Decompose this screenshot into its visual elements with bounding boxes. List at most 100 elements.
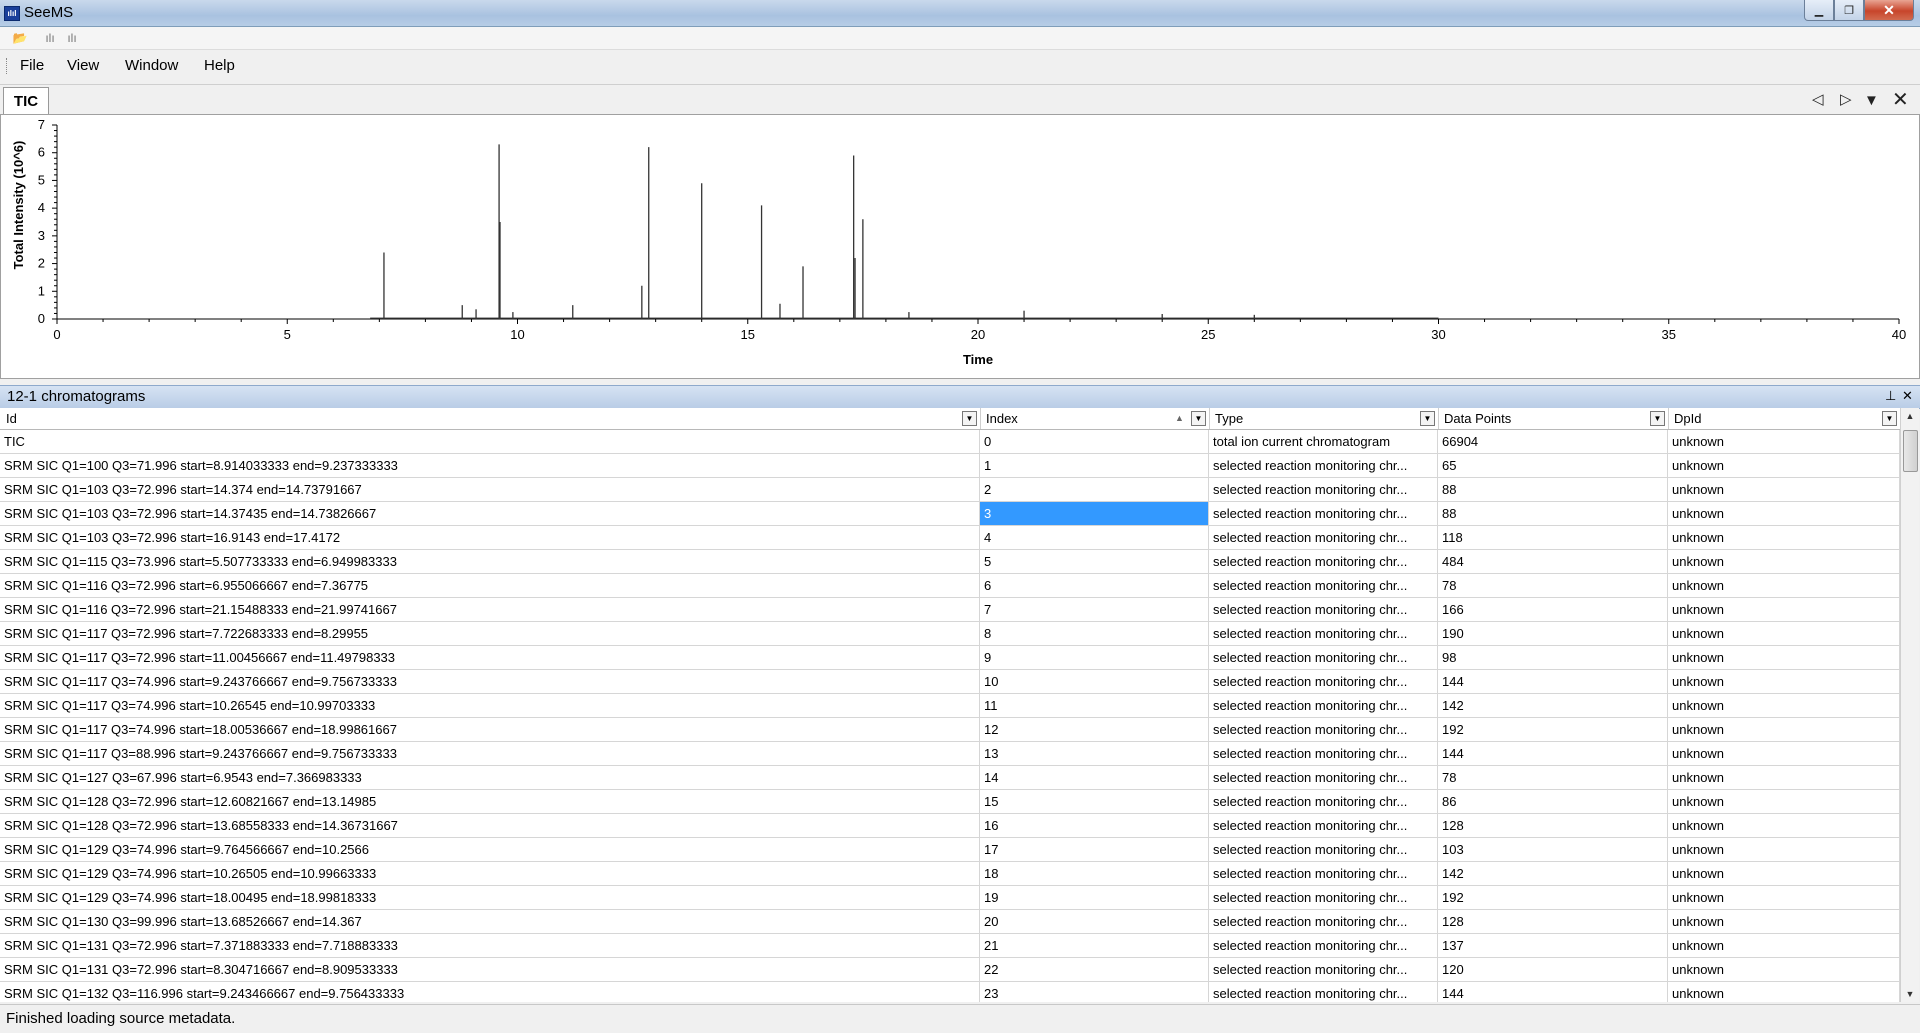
table-cell[interactable]: 88 [1438, 478, 1668, 501]
table-cell[interactable]: SRM SIC Q1=129 Q3=74.996 start=18.00495 … [0, 886, 980, 909]
table-cell[interactable]: unknown [1668, 598, 1900, 621]
table-cell[interactable]: SRM SIC Q1=128 Q3=72.996 start=13.685583… [0, 814, 980, 837]
table-row[interactable]: TIC 0 total ion current chromatogram 66904 u… [0, 430, 1900, 454]
table-cell[interactable]: SRM SIC Q1=117 Q3=74.996 start=10.26545 … [0, 694, 980, 717]
table-row[interactable]: SRM SIC Q1=129 Q3=74.996 start=9.7645666… [0, 838, 1900, 862]
table-cell[interactable]: selected reaction monitoring chr... [1209, 790, 1438, 813]
column-header-type[interactable]: Type ▼ [1209, 408, 1439, 429]
table-cell[interactable]: 66904 [1438, 430, 1668, 453]
table-cell[interactable]: unknown [1668, 646, 1900, 669]
table-cell[interactable]: 1 [980, 454, 1209, 477]
table-cell[interactable]: SRM SIC Q1=127 Q3=67.996 start=6.9543 en… [0, 766, 980, 789]
table-cell[interactable]: 20 [980, 910, 1209, 933]
table-cell[interactable]: SRM SIC Q1=131 Q3=72.996 start=8.3047166… [0, 958, 980, 981]
open-folder-button[interactable]: 📂 [12, 30, 28, 46]
table-cell[interactable]: 190 [1438, 622, 1668, 645]
table-cell[interactable]: 17 [980, 838, 1209, 861]
table-row[interactable]: SRM SIC Q1=117 Q3=72.996 start=11.004566… [0, 646, 1900, 670]
table-cell[interactable]: 166 [1438, 598, 1668, 621]
table-cell[interactable]: SRM SIC Q1=116 Q3=72.996 start=21.154883… [0, 598, 980, 621]
table-cell[interactable]: SRM SIC Q1=130 Q3=99.996 start=13.685266… [0, 910, 980, 933]
menu-window[interactable]: Window [125, 57, 178, 74]
column-header-index[interactable]: Index ▲ ▼ [980, 408, 1210, 429]
table-cell[interactable]: 15 [980, 790, 1209, 813]
table-cell[interactable]: TIC [0, 430, 980, 453]
table-row[interactable]: SRM SIC Q1=117 Q3=72.996 start=7.7226833… [0, 622, 1900, 646]
table-cell[interactable]: 13 [980, 742, 1209, 765]
filter-dropdown-icon[interactable]: ▼ [962, 411, 977, 426]
table-row[interactable]: SRM SIC Q1=103 Q3=72.996 start=14.37435 … [0, 502, 1900, 526]
stack-button[interactable]: ılı [64, 30, 80, 46]
table-row[interactable]: SRM SIC Q1=129 Q3=74.996 start=18.00495 … [0, 886, 1900, 910]
table-cell[interactable]: unknown [1668, 670, 1900, 693]
table-cell[interactable]: SRM SIC Q1=115 Q3=73.996 start=5.5077333… [0, 550, 980, 573]
table-cell[interactable]: SRM SIC Q1=117 Q3=74.996 start=18.005366… [0, 718, 980, 741]
table-cell[interactable]: 144 [1438, 742, 1668, 765]
table-cell[interactable]: unknown [1668, 958, 1900, 981]
menu-file[interactable]: File [20, 57, 44, 74]
table-cell[interactable]: unknown [1668, 526, 1900, 549]
table-cell[interactable]: 137 [1438, 934, 1668, 957]
table-cell[interactable]: SRM SIC Q1=103 Q3=72.996 start=14.37435 … [0, 502, 980, 525]
close-panel-button[interactable]: ✕ [1902, 388, 1913, 404]
table-row[interactable]: SRM SIC Q1=100 Q3=71.996 start=8.9140333… [0, 454, 1900, 478]
table-cell[interactable]: 18 [980, 862, 1209, 885]
table-cell[interactable]: selected reaction monitoring chr... [1209, 502, 1438, 525]
pin-button[interactable]: ⊥ [1885, 388, 1896, 404]
table-cell[interactable]: 12 [980, 718, 1209, 741]
table-cell[interactable]: selected reaction monitoring chr... [1209, 718, 1438, 741]
menu-help[interactable]: Help [204, 57, 235, 74]
table-cell[interactable]: 103 [1438, 838, 1668, 861]
table-cell[interactable]: unknown [1668, 574, 1900, 597]
table-cell[interactable]: SRM SIC Q1=117 Q3=72.996 start=11.004566… [0, 646, 980, 669]
table-cell[interactable]: 484 [1438, 550, 1668, 573]
table-cell[interactable]: 78 [1438, 574, 1668, 597]
table-cell[interactable]: unknown [1668, 502, 1900, 525]
table-cell[interactable]: selected reaction monitoring chr... [1209, 910, 1438, 933]
table-row[interactable]: SRM SIC Q1=127 Q3=67.996 start=6.9543 en… [0, 766, 1900, 790]
table-cell[interactable]: unknown [1668, 622, 1900, 645]
table-cell[interactable]: selected reaction monitoring chr... [1209, 598, 1438, 621]
tic-chart[interactable]: 0 5 10 15 20 25 30 35 40 0 1 2 3 4 5 6 7 Time Total Inte… [1, 115, 1919, 378]
column-header-id[interactable]: Id ▼ [0, 408, 981, 429]
table-cell[interactable]: unknown [1668, 550, 1900, 573]
table-cell[interactable]: 7 [980, 598, 1209, 621]
scrollbar-thumb[interactable] [1903, 430, 1918, 472]
table-cell[interactable]: 22 [980, 958, 1209, 981]
chromatogram-table-body[interactable]: TIC 0 total ion current chromatogram 66904 u… [0, 430, 1900, 1002]
table-cell[interactable]: unknown [1668, 886, 1900, 909]
table-cell[interactable]: selected reaction monitoring chr... [1209, 814, 1438, 837]
table-cell[interactable]: SRM SIC Q1=117 Q3=72.996 start=7.7226833… [0, 622, 980, 645]
table-cell[interactable]: SRM SIC Q1=117 Q3=88.996 start=9.2437666… [0, 742, 980, 765]
table-cell[interactable]: SRM SIC Q1=103 Q3=72.996 start=14.374 en… [0, 478, 980, 501]
table-cell[interactable]: selected reaction monitoring chr... [1209, 694, 1438, 717]
table-row[interactable]: SRM SIC Q1=117 Q3=74.996 start=10.26545 … [0, 694, 1900, 718]
table-cell[interactable]: unknown [1668, 718, 1900, 741]
column-header-dpid[interactable]: DpId ▼ [1668, 408, 1901, 429]
table-row[interactable]: SRM SIC Q1=115 Q3=73.996 start=5.5077333… [0, 550, 1900, 574]
close-window-button[interactable]: ✕ [1864, 0, 1914, 21]
table-cell[interactable]: unknown [1668, 766, 1900, 789]
table-cell[interactable]: 8 [980, 622, 1209, 645]
table-cell[interactable]: 118 [1438, 526, 1668, 549]
table-cell[interactable]: 23 [980, 982, 1209, 1002]
table-row[interactable]: SRM SIC Q1=117 Q3=88.996 start=9.2437666… [0, 742, 1900, 766]
table-cell[interactable]: 192 [1438, 886, 1668, 909]
table-row[interactable]: SRM SIC Q1=130 Q3=99.996 start=13.685266… [0, 910, 1900, 934]
minimize-button[interactable]: ▁ [1804, 0, 1834, 21]
table-cell[interactable]: unknown [1668, 454, 1900, 477]
table-row[interactable]: SRM SIC Q1=131 Q3=72.996 start=7.3718833… [0, 934, 1900, 958]
column-header-data-points[interactable]: Data Points ▼ [1438, 408, 1669, 429]
table-cell[interactable]: selected reaction monitoring chr... [1209, 862, 1438, 885]
table-cell[interactable]: 128 [1438, 814, 1668, 837]
overlay-button[interactable]: ılı [42, 30, 58, 46]
table-cell[interactable]: selected reaction monitoring chr... [1209, 574, 1438, 597]
table-cell[interactable]: selected reaction monitoring chr... [1209, 766, 1438, 789]
table-cell[interactable]: selected reaction monitoring chr... [1209, 958, 1438, 981]
table-cell[interactable]: 120 [1438, 958, 1668, 981]
table-cell[interactable]: total ion current chromatogram [1209, 430, 1438, 453]
table-cell[interactable]: unknown [1668, 934, 1900, 957]
tic-chart-panel[interactable]: 0 5 10 15 20 25 30 35 40 0 1 2 3 4 5 6 7 Time Total Inte… [0, 114, 1920, 379]
table-cell[interactable]: 144 [1438, 670, 1668, 693]
table-cell[interactable]: SRM SIC Q1=100 Q3=71.996 start=8.9140333… [0, 454, 980, 477]
